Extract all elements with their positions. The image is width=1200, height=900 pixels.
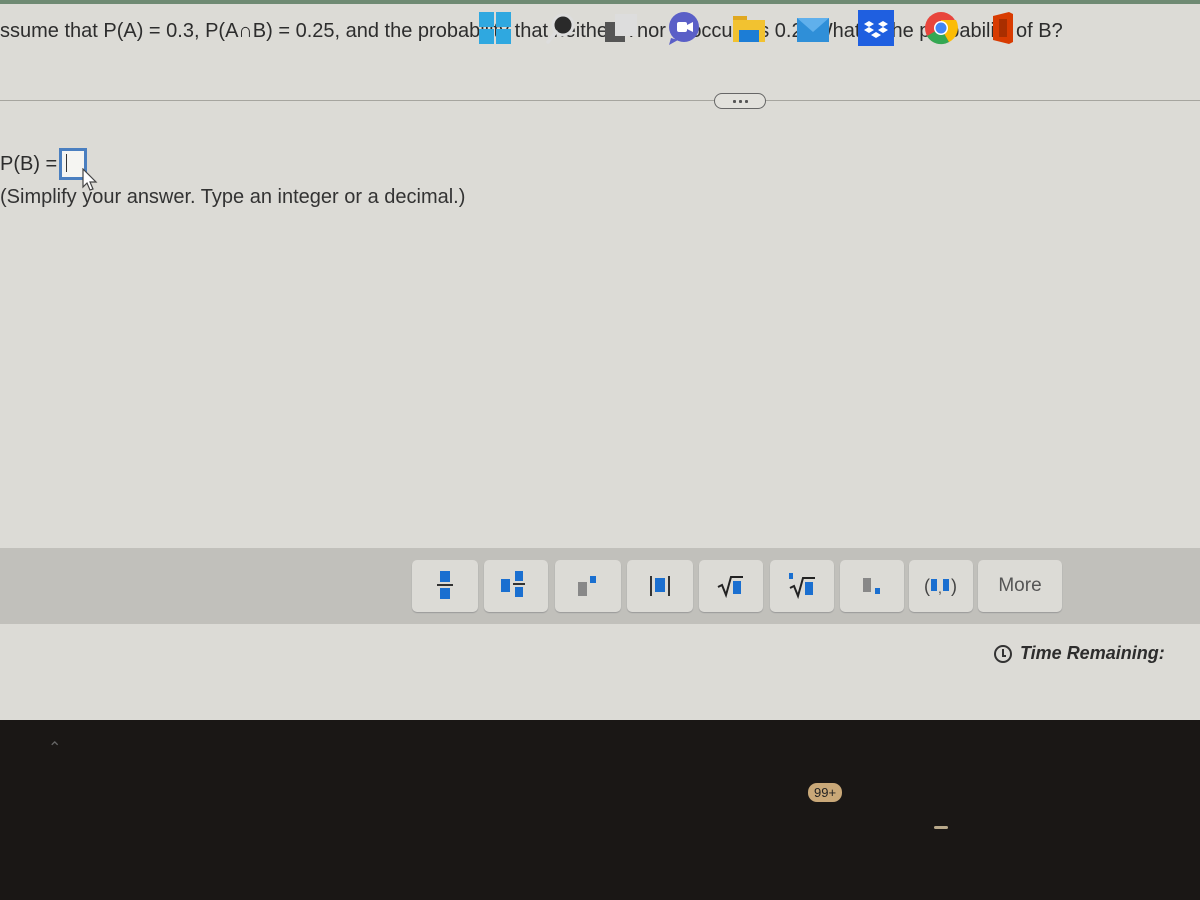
ellipsis-icon bbox=[732, 99, 736, 103]
square-root-button[interactable] bbox=[699, 560, 763, 612]
mail-badge: 99+ bbox=[808, 783, 843, 802]
answer-hint: (Simplify your answer. Type an integer o… bbox=[0, 186, 466, 208]
ellipsis-dot bbox=[738, 99, 742, 103]
ordered-pair-button[interactable]: (,) bbox=[909, 560, 973, 612]
chevron-up-icon[interactable]: ⌃ bbox=[48, 738, 61, 758]
windows-start-icon[interactable] bbox=[477, 10, 513, 46]
exponent-icon bbox=[578, 576, 596, 596]
office-icon[interactable] bbox=[985, 10, 1021, 46]
fraction-button[interactable] bbox=[412, 560, 478, 612]
mail-icon[interactable] bbox=[795, 10, 831, 46]
svg-text:,: , bbox=[938, 580, 942, 596]
decimal-icon bbox=[863, 578, 880, 594]
absolute-value-icon bbox=[650, 576, 670, 596]
answer-row: P(B) = bbox=[0, 148, 88, 180]
mixed-number-icon bbox=[501, 571, 525, 597]
task-view-icon[interactable] bbox=[603, 10, 639, 46]
expand-button[interactable] bbox=[714, 93, 766, 109]
file-explorer-icon[interactable] bbox=[731, 10, 767, 46]
ordered-pair-icon: (,) bbox=[924, 576, 957, 596]
nth-root-button[interactable] bbox=[770, 560, 834, 612]
panel-bottom-edge bbox=[20, 700, 1200, 720]
more-button[interactable]: More bbox=[978, 560, 1062, 612]
clock-icon bbox=[994, 644, 1012, 663]
svg-text:): ) bbox=[951, 576, 957, 596]
square-root-icon bbox=[717, 576, 743, 598]
mixed-number-button[interactable] bbox=[484, 560, 548, 612]
exponent-button[interactable] bbox=[555, 560, 621, 612]
browser-content: ssume that P(A) = 0.3, P(A∩B) = 0.25, an… bbox=[0, 0, 1200, 720]
divider bbox=[0, 100, 1200, 101]
answer-label: P(B) = bbox=[0, 152, 58, 175]
chrome-active-indicator bbox=[934, 826, 948, 829]
math-toolbar: (,) More bbox=[0, 548, 1200, 624]
top-accent-bar bbox=[0, 0, 1200, 4]
time-remaining-label: Time Remaining: bbox=[1020, 643, 1165, 663]
decimal-button[interactable] bbox=[840, 560, 904, 612]
time-remaining: Time Remaining: bbox=[994, 643, 1165, 664]
text-caret bbox=[66, 154, 68, 172]
question-text: ssume that P(A) = 0.3, P(A∩B) = 0.25, an… bbox=[0, 20, 1063, 42]
teams-chat-icon[interactable] bbox=[666, 10, 702, 46]
search-icon[interactable] bbox=[543, 10, 579, 46]
absolute-value-button[interactable] bbox=[627, 560, 693, 612]
ellipsis-dot bbox=[744, 99, 748, 103]
nth-root-icon bbox=[789, 573, 815, 599]
fraction-icon bbox=[437, 571, 453, 599]
svg-text:(: ( bbox=[924, 576, 930, 596]
chrome-icon[interactable] bbox=[923, 10, 959, 46]
dropbox-icon[interactable] bbox=[858, 10, 894, 46]
